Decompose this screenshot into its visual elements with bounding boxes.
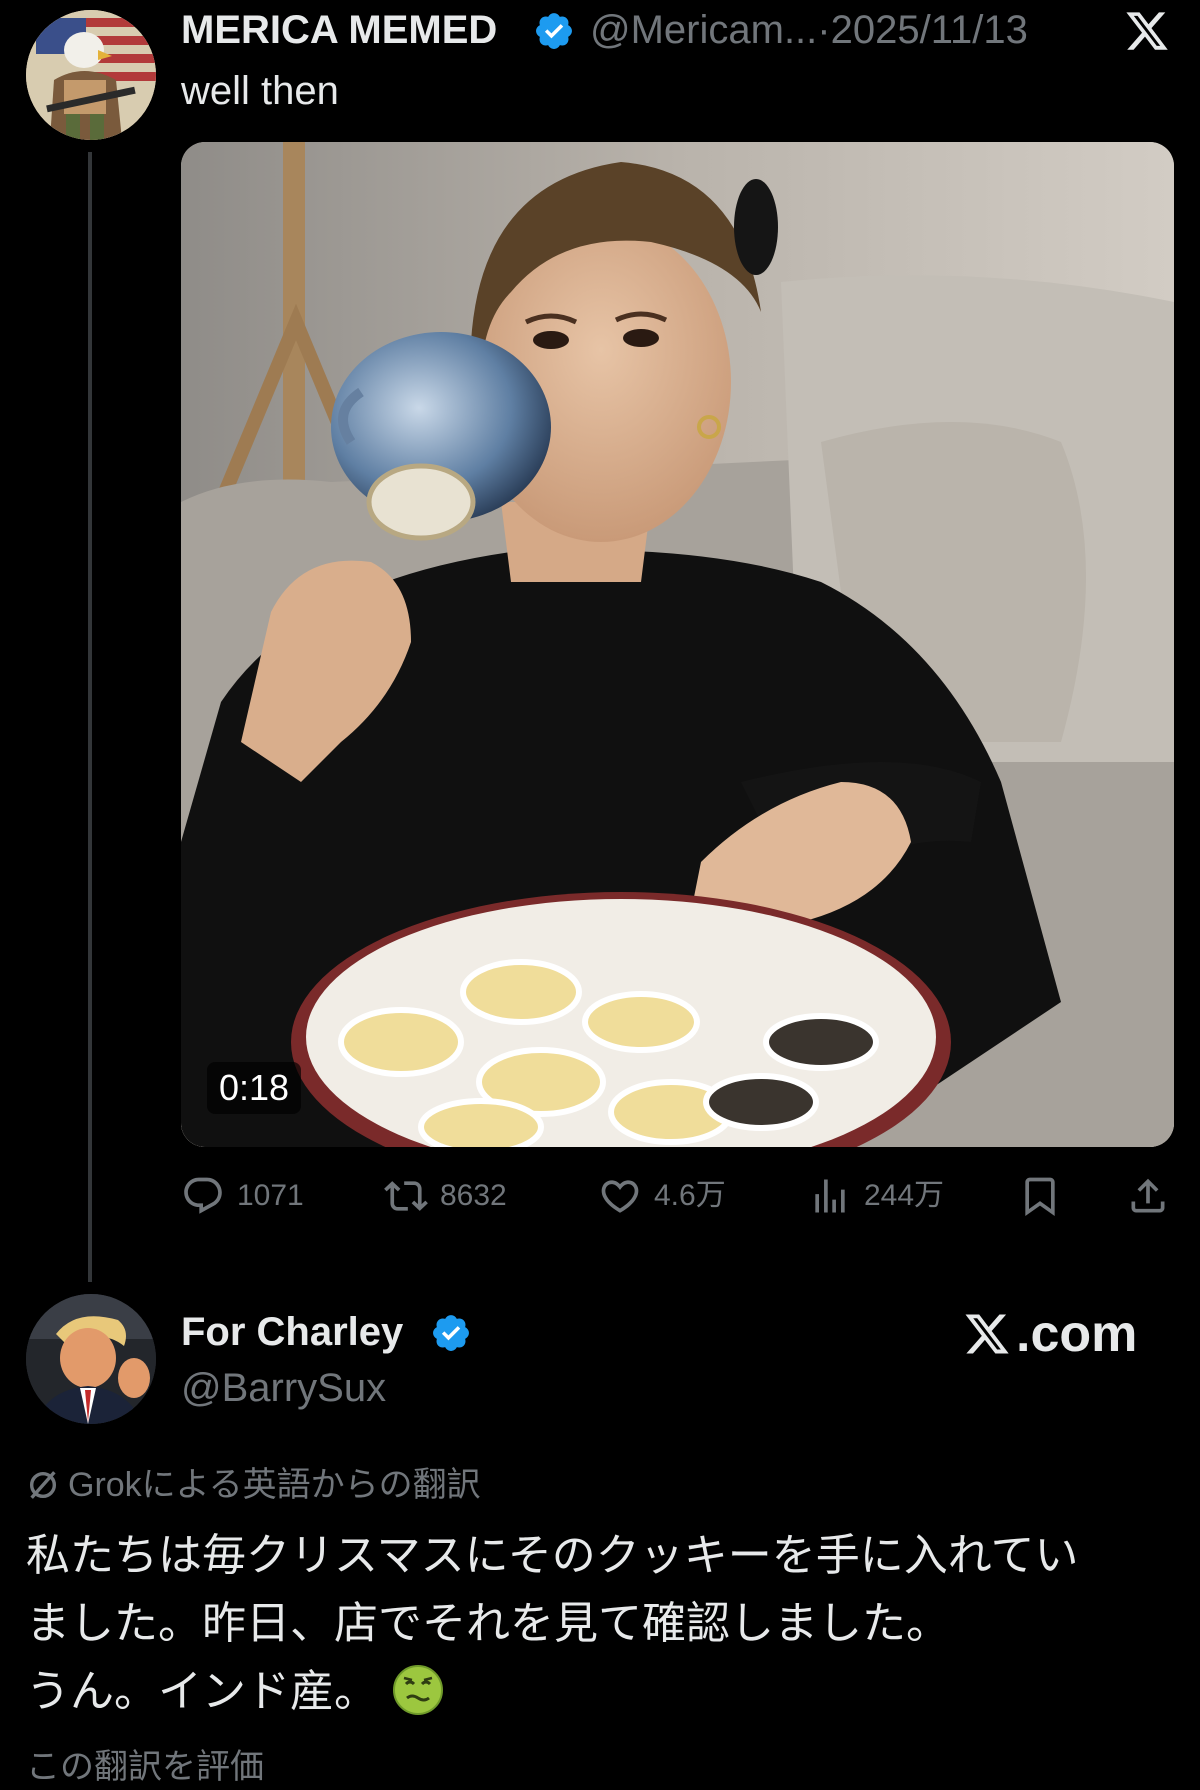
quoted-author-avatar[interactable]	[26, 1294, 156, 1424]
separator-dot: ·	[817, 8, 831, 52]
views-chart-icon	[815, 1179, 845, 1213]
avatar-image	[26, 1294, 156, 1424]
heart-icon	[601, 1180, 639, 1213]
bookmark-button[interactable]	[1018, 1170, 1062, 1222]
reply-button[interactable]: 1071	[181, 1170, 304, 1222]
tweet-text-line: うん。インド産。	[26, 1667, 378, 1716]
verified-badge-icon	[533, 10, 575, 52]
tweet-text-line: 私たちは毎クリスマスにそのクッキーを手に入れてい	[26, 1531, 1079, 1580]
author-display-name[interactable]: MERICA MEMED	[181, 6, 497, 54]
video-duration-badge: 0:18	[207, 1062, 302, 1114]
views-count: 244万	[864, 1179, 945, 1212]
quoted-author-display-name[interactable]: For Charley	[181, 1308, 403, 1356]
reply-icon	[184, 1177, 222, 1214]
author-handle-and-date[interactable]: @Mericam...·2025/11/13	[590, 6, 1028, 54]
x-com-watermark: .com	[962, 1303, 1137, 1365]
avatar-image	[26, 10, 156, 140]
share-button[interactable]	[1126, 1170, 1170, 1222]
grok-icon	[29, 1471, 57, 1499]
repost-icon	[384, 1181, 428, 1211]
x-com-label: .com	[1016, 1305, 1138, 1363]
verified-badge-icon	[430, 1312, 472, 1354]
bookmark-icon	[1025, 1177, 1055, 1217]
thread-line	[88, 152, 92, 1282]
like-count: 4.6万	[654, 1179, 726, 1212]
share-icon	[1131, 1178, 1165, 1213]
translation-note: Grokによる英語からの翻訳	[26, 1462, 481, 1508]
nauseated-face-emoji-icon	[392, 1664, 444, 1716]
quoted-author-handle[interactable]: @BarrySux	[181, 1364, 386, 1412]
video-player[interactable]	[181, 142, 1174, 1147]
translation-note-text: Grokによる英語からの翻訳	[68, 1466, 481, 1504]
tweet-text-line-with-emoji: うん。インド産。	[26, 1658, 1176, 1726]
reply-count: 1071	[237, 1179, 304, 1212]
views-button[interactable]: 244万	[808, 1170, 944, 1222]
author-avatar[interactable]	[26, 10, 156, 140]
x-logo-icon	[1123, 8, 1171, 54]
video-thumbnail	[181, 142, 1174, 1147]
repost-count: 8632	[440, 1179, 507, 1212]
repost-button[interactable]: 8632	[384, 1170, 507, 1222]
tweet-text-line: ました。昨日、店でそれを見て確認しました。	[26, 1599, 950, 1648]
quoted-tweet-text: 私たちは毎クリスマスにそのクッキーを手に入れてい ました。昨日、店でそれを見て確…	[26, 1522, 1176, 1726]
x-logo-icon	[965, 1314, 1009, 1354]
author-handle[interactable]: @Mericam...	[590, 8, 817, 52]
tweet-text: well then	[181, 69, 339, 113]
rate-translation-link[interactable]: この翻訳を評価	[26, 1744, 264, 1790]
like-button[interactable]: 4.6万	[598, 1170, 726, 1222]
post-date[interactable]: 2025/11/13	[831, 8, 1028, 52]
